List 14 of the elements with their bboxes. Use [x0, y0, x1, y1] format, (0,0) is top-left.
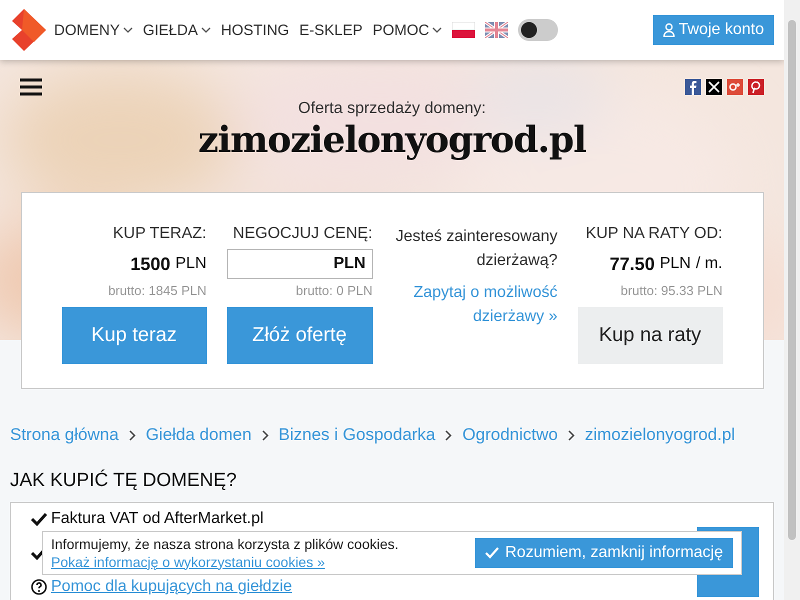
installment-label: KUP NA RATY OD: [586, 225, 722, 244]
benefit-text: Faktura VAT od AfterMarket.pl [51, 510, 264, 528]
gross-price: brutto: 0 PLN [296, 282, 372, 299]
cookie-text: Informujemy, że nasza strona korzysta z plików cookies. [51, 534, 399, 552]
installment-price: 77.50 PLN / m. [610, 252, 722, 276]
lease-question: Jesteś zainteresowany dzierżawą? [394, 227, 558, 271]
offer-subtitle: Oferta sprzedaży domeny: [298, 100, 486, 118]
domain-title: zimozielonyogrod.pl [198, 118, 586, 162]
gross-price: brutto: 95.33 PLN [620, 282, 722, 299]
offer-label: NEGOCJUJ CENĘ: [232, 225, 372, 244]
price-value: 1500 PLN [130, 252, 206, 276]
price-label: KUP TERAZ: [112, 225, 206, 244]
section-heading: JAK KUPIĆ TĘ DOMENĘ? [10, 470, 238, 492]
gross-price: brutto: 1845 PLN [108, 282, 206, 299]
